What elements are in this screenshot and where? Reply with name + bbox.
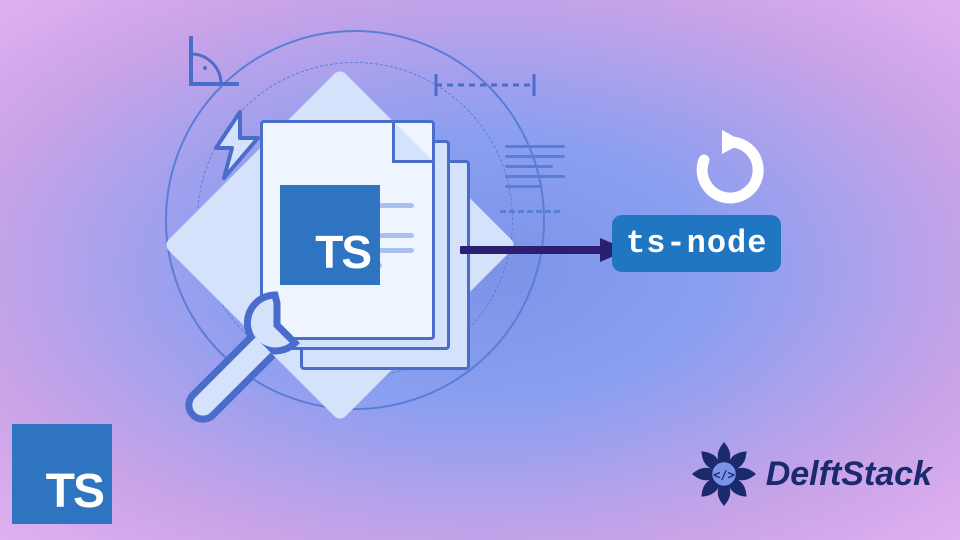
refresh-icon bbox=[690, 130, 770, 210]
lightning-icon bbox=[210, 110, 265, 180]
typescript-logo: TS bbox=[12, 424, 112, 524]
arrow-right-icon bbox=[460, 235, 630, 265]
ts-logo-label: TS bbox=[46, 464, 103, 519]
measure-tool-icon bbox=[430, 70, 540, 100]
delftstack-logo: </> DelftStack bbox=[688, 438, 932, 510]
delftstack-text: DelftStack bbox=[766, 455, 932, 494]
horizontal-dashes-icon bbox=[500, 210, 560, 213]
text-lines-icon bbox=[505, 145, 565, 195]
tsnode-label-box: ts-node bbox=[612, 215, 781, 272]
ts-logo-label: TS bbox=[315, 225, 370, 279]
typescript-logo-on-doc: TS bbox=[280, 185, 380, 285]
angle-tool-icon bbox=[185, 30, 245, 90]
delftstack-flower-icon: </> bbox=[688, 438, 760, 510]
tsnode-label: ts-node bbox=[626, 225, 767, 262]
svg-text:</>: </> bbox=[713, 468, 735, 482]
wrench-icon bbox=[175, 275, 325, 425]
